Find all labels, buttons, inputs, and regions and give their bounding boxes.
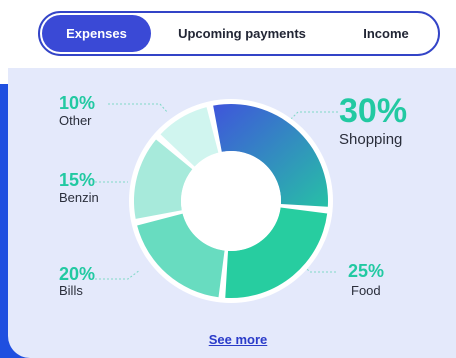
connector-shopping (289, 111, 338, 121)
see-more-link[interactable]: See more (198, 332, 278, 347)
donut-hole (181, 151, 281, 251)
benzin-label: Benzin (59, 190, 99, 205)
other-percent: 10% (59, 93, 96, 113)
other-label: Other (59, 113, 92, 128)
connector-bills (95, 269, 141, 280)
bills-label: Bills (59, 283, 83, 298)
shopping-label: Shopping (339, 131, 403, 148)
bills-percent: 20% (59, 264, 96, 284)
connector-other (108, 103, 169, 114)
shopping-percent: 30% (339, 92, 408, 130)
benzin-percent: 15% (59, 170, 96, 190)
food-label: Food (351, 283, 381, 298)
food-percent: 25% (348, 261, 385, 281)
